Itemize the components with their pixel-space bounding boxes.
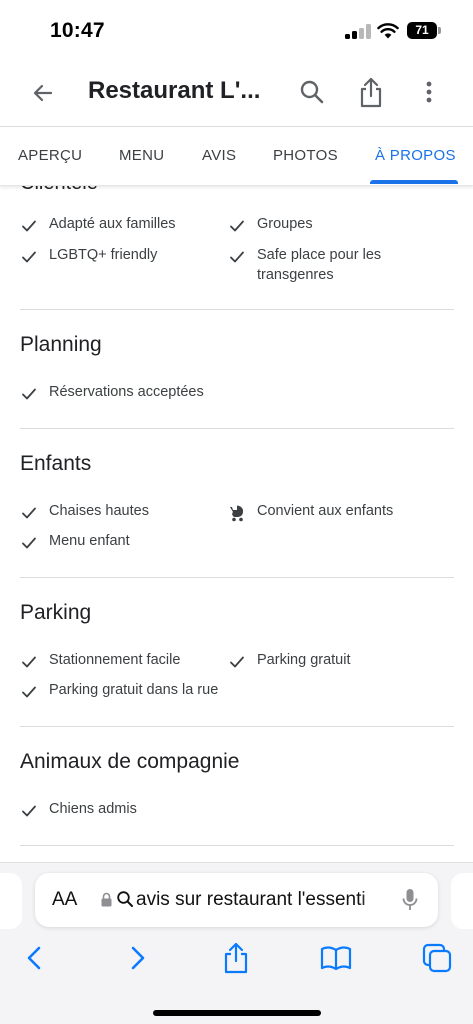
section-title-parking: Parking [20,601,92,624]
attribute-label: Convient aux enfants [257,503,394,519]
text-size-button[interactable]: AA [52,889,77,911]
lock-icon [101,892,112,907]
list-item: Safe place pour les transgenres [228,246,423,285]
list-item: LGBTQ+ friendly [20,246,220,266]
check-icon [22,656,36,668]
about-content: Clientèle Adapté aux familles Groupes LG… [0,186,473,862]
section-title-enfants: Enfants [20,452,92,475]
divider [20,726,454,727]
battery-level: 71 [407,22,437,39]
list-item: Parking gratuit dans la rue [20,681,320,701]
list-item: Stationnement facile [20,651,220,671]
tab-apercu[interactable]: APERÇU [18,147,82,164]
check-icon [22,251,36,263]
list-item: Parking gratuit [228,651,448,671]
tab-a-propos[interactable]: À PROPOS [375,147,456,164]
attribute-label: Groupes [257,216,313,232]
tab-avis[interactable]: AVIS [202,147,236,164]
attribute-label: LGBTQ+ friendly [49,247,158,263]
back-icon[interactable] [18,941,52,975]
search-icon[interactable] [297,77,327,107]
list-item: Réservations acceptées [20,383,320,403]
next-tab-preview[interactable] [451,873,473,929]
battery-icon: 71 [407,22,441,39]
list-item: Chiens admis [20,800,320,820]
attribute-label: Réservations acceptées [49,384,204,400]
check-icon [230,656,244,668]
list-item: Chaises hautes [20,502,220,522]
list-item: Convient aux enfants [228,502,448,522]
search-icon [117,891,133,907]
section-title-planning: Planning [20,333,102,356]
divider [20,845,454,846]
wifi-icon [377,23,399,39]
check-icon [22,805,36,817]
divider [20,309,454,310]
active-tab-indicator [370,180,458,184]
page-title: Restaurant L'... [88,77,261,104]
address-text[interactable]: avis sur restaurant l'essenti [136,889,384,911]
bookmarks-icon[interactable] [319,941,353,975]
tabs-icon[interactable] [420,941,454,975]
list-item: Menu enfant [20,532,220,552]
browser-toolbar: AA avis sur restaurant l'essenti [0,862,473,1024]
previous-tab-preview[interactable] [0,873,22,929]
attribute-label: Chiens admis [49,801,137,817]
check-icon [22,507,36,519]
check-icon [22,388,36,400]
check-icon [230,251,244,263]
attribute-label: Menu enfant [49,533,130,549]
check-icon [230,220,244,232]
list-item: Adapté aux familles [20,215,220,235]
attribute-label: Stationnement facile [49,652,181,668]
more-vertical-icon[interactable] [414,77,444,107]
arrow-left-icon [33,84,53,102]
attribute-label: Safe place pour les transgenres [257,247,382,283]
check-icon [22,537,36,549]
share-icon[interactable] [219,941,253,975]
attribute-label: Adapté aux familles [49,216,176,232]
tab-photos[interactable]: PHOTOS [273,147,338,164]
app-header: Restaurant L'... [0,60,473,126]
section-title-clientele: Clientèle [20,186,98,195]
tab-menu[interactable]: MENU [119,147,164,164]
share-icon[interactable] [356,75,386,109]
attribute-label: Parking gratuit dans la rue [49,682,219,698]
divider [20,577,454,578]
tab-bar: APERÇU MENU AVIS PHOTOS À PROPOS [0,126,473,186]
attribute-label: Parking gratuit [257,652,351,668]
back-button[interactable] [28,78,58,108]
cellular-signal-icon [345,24,371,39]
stroller-icon [230,505,243,522]
section-title-animaux: Animaux de compagnie [20,750,240,773]
text-size-label: AA [52,889,78,910]
status-bar: 10:47 71 [0,0,473,60]
attribute-label: Chaises hautes [49,503,149,519]
status-time: 10:47 [50,19,105,42]
address-bar[interactable]: AA avis sur restaurant l'essenti [35,873,438,927]
check-icon [22,220,36,232]
forward-icon[interactable] [120,941,154,975]
check-icon [22,686,36,698]
list-item: Groupes [228,215,448,235]
microphone-icon[interactable] [401,888,419,912]
home-indicator [153,1010,321,1016]
divider [20,428,454,429]
